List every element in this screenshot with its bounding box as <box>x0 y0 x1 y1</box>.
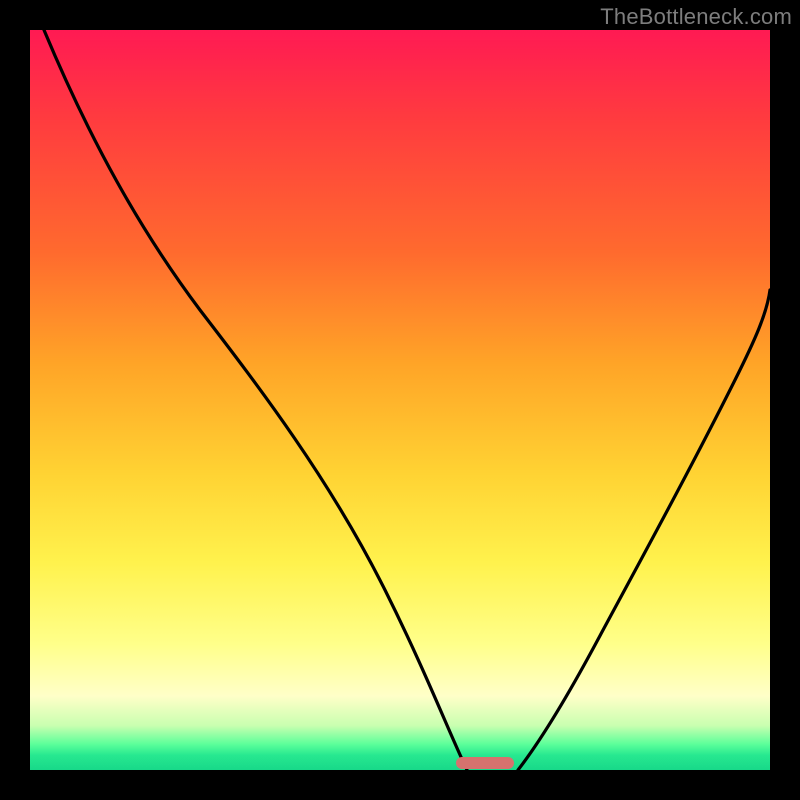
curve-right-branch <box>518 290 770 770</box>
watermark-text: TheBottleneck.com <box>600 4 792 30</box>
plot-area <box>30 30 770 770</box>
bottleneck-curve <box>30 30 770 770</box>
minimum-marker <box>456 757 514 769</box>
curve-left-branch <box>44 30 467 770</box>
chart-frame: TheBottleneck.com <box>0 0 800 800</box>
